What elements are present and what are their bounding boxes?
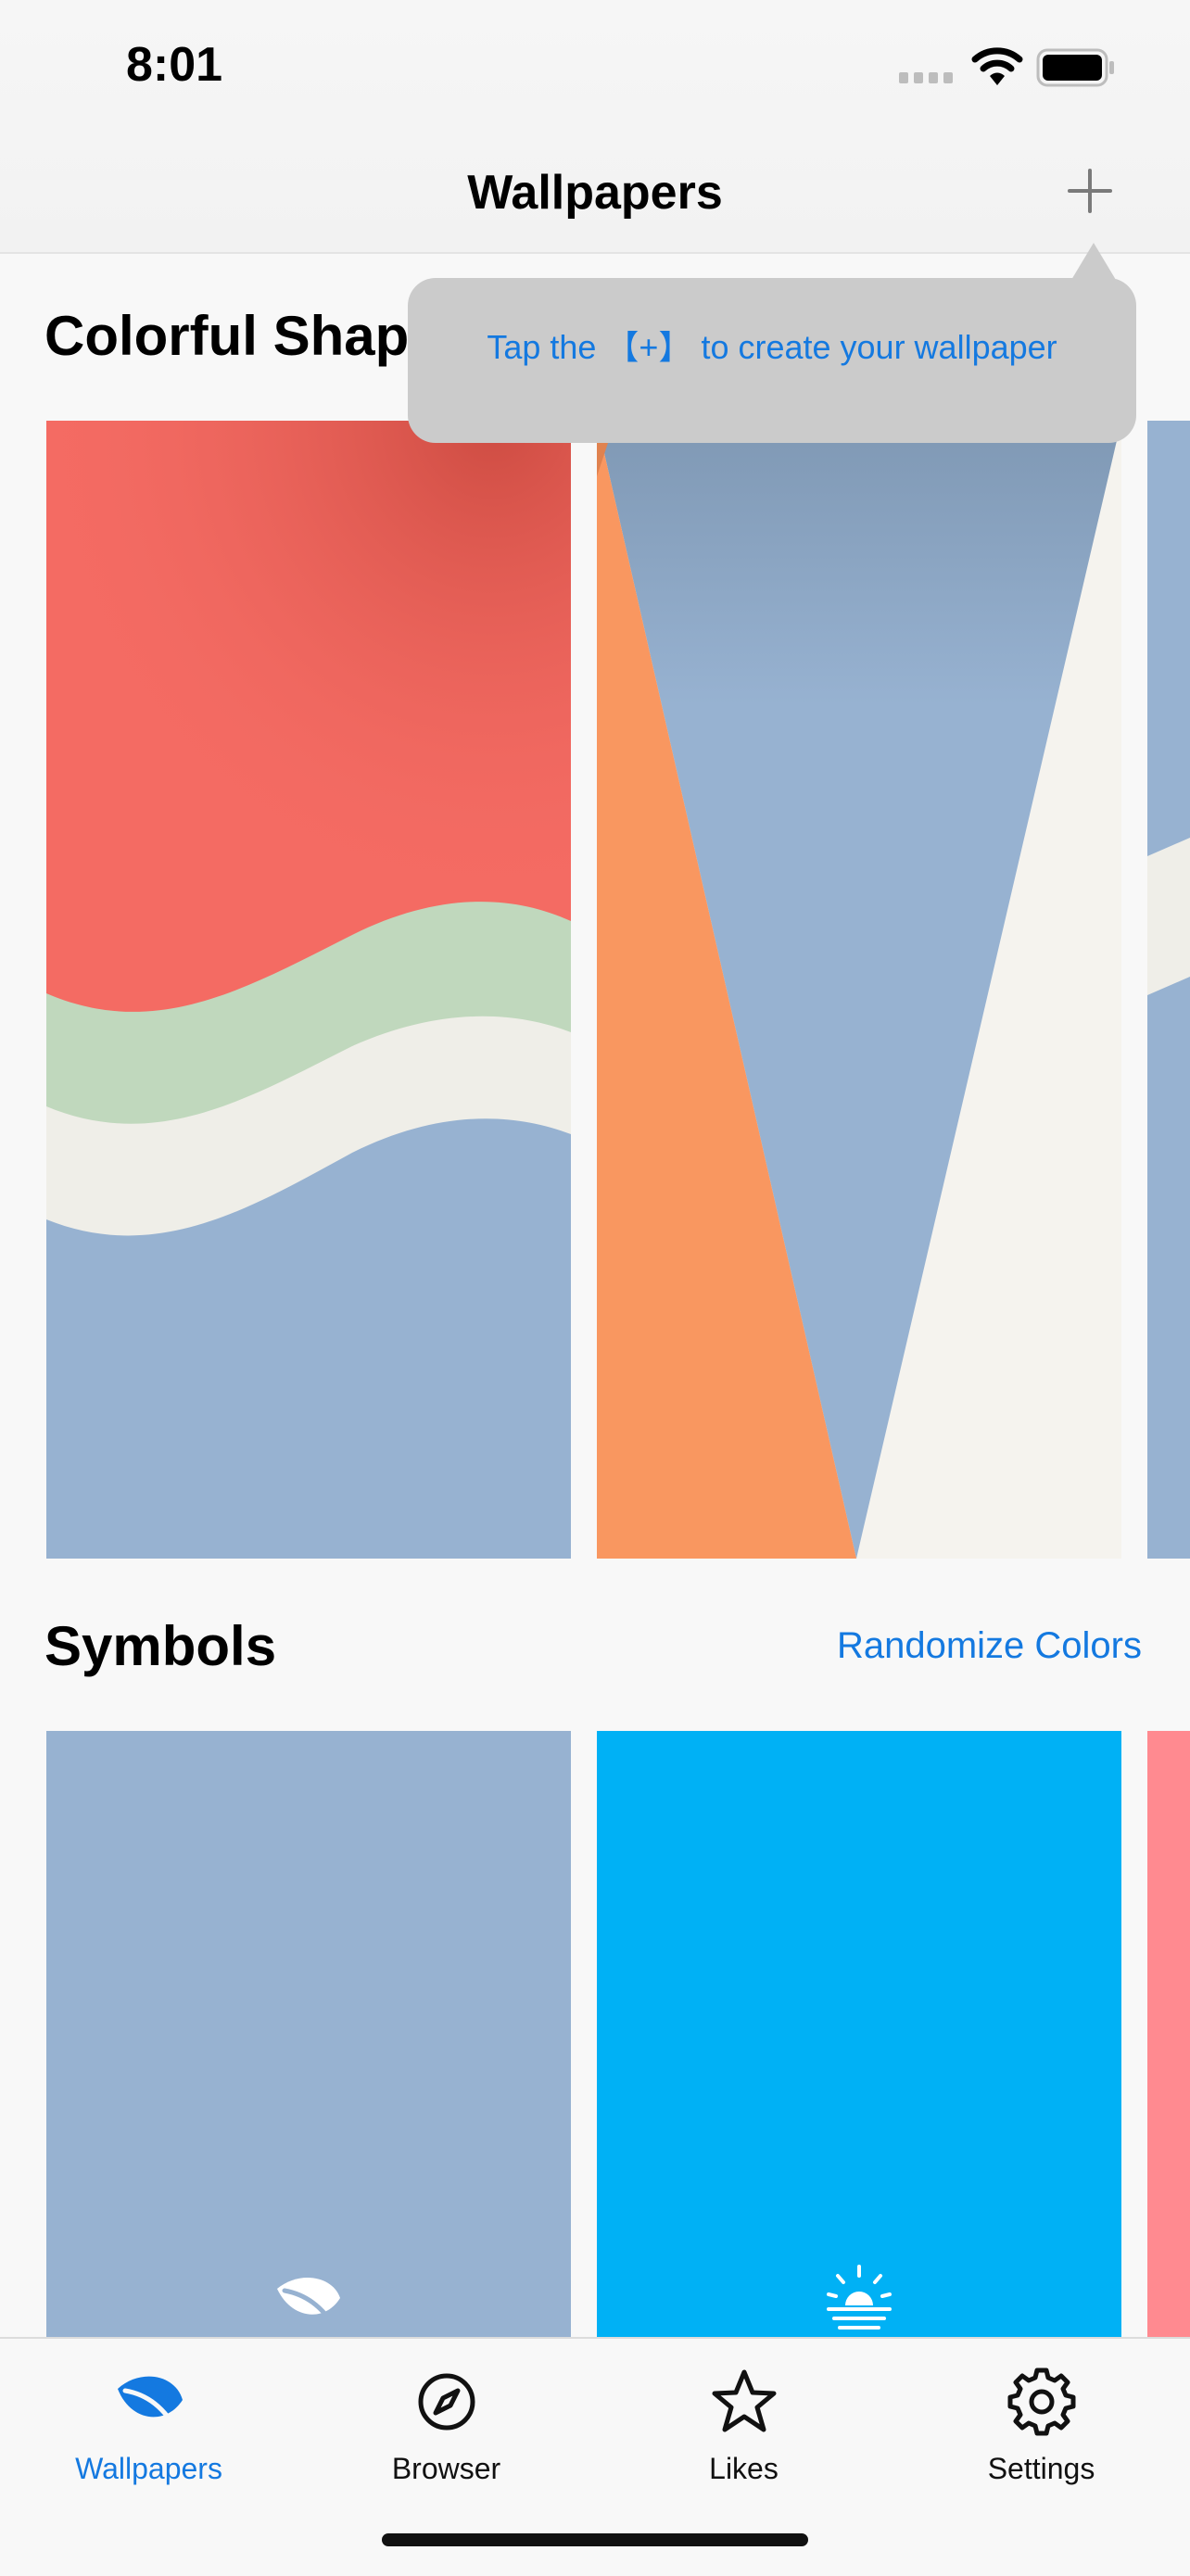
symbol-card-leaf[interactable]	[46, 1731, 571, 2342]
wallpaper-card-partial[interactable]	[1147, 421, 1190, 1559]
symbol-card-partial[interactable]	[1147, 1731, 1190, 2342]
sunrise-icon	[827, 2265, 892, 2330]
tab-browser[interactable]: Browser	[298, 2354, 595, 2486]
page-title: Wallpapers	[467, 166, 723, 220]
leaf-icon	[117, 2376, 183, 2436]
tooltip-arrow	[1071, 243, 1116, 280]
tooltip-text: Tap the 【+】 to create your wallpaper	[487, 328, 1057, 366]
status-time: 8:01	[126, 38, 223, 92]
tab-label-browser: Browser	[391, 2452, 501, 2485]
tab-wallpapers[interactable]: Wallpapers	[0, 2354, 298, 2486]
tab-label-likes: Likes	[709, 2452, 779, 2485]
tab-settings[interactable]: Settings	[892, 2354, 1190, 2486]
symbol-card-sunrise[interactable]	[597, 1731, 1121, 2342]
add-wallpaper-button[interactable]	[1064, 165, 1116, 217]
wifi-icon	[971, 47, 1023, 85]
wallpaper-card-wave[interactable]	[46, 421, 571, 1559]
leaf-icon	[277, 2277, 340, 2332]
star-icon	[712, 2369, 776, 2432]
battery-icon	[1036, 48, 1114, 87]
cellular-signal-icon	[899, 72, 953, 83]
tab-label-wallpapers: Wallpapers	[75, 2452, 222, 2485]
compass-icon	[418, 2373, 475, 2431]
plus-icon	[1068, 169, 1112, 213]
tab-likes[interactable]: Likes	[595, 2354, 892, 2486]
gear-icon	[1007, 2368, 1075, 2436]
section-title-symbols: Symbols	[44, 1615, 277, 1677]
home-indicator	[382, 2533, 808, 2546]
tab-label-settings: Settings	[987, 2452, 1095, 2485]
wallpaper-card-triangles[interactable]	[597, 421, 1121, 1559]
randomize-colors-button[interactable]: Randomize Colors	[837, 1625, 1142, 1667]
